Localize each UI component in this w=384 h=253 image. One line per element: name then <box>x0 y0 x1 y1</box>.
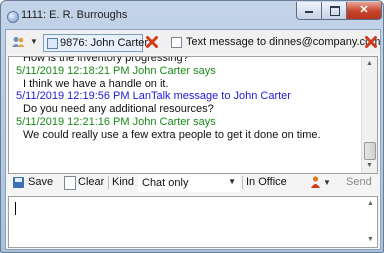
send-button[interactable]: Send <box>346 176 372 188</box>
chevron-down-icon: ▼ <box>228 177 236 186</box>
maximize-button[interactable] <box>321 2 347 20</box>
clear-icon[interactable] <box>64 176 76 190</box>
scroll-up-icon[interactable]: ▲ <box>362 57 377 71</box>
presence-label: In Office <box>246 176 287 188</box>
people-icon <box>12 37 25 47</box>
chat-client-area: ▼ 9876: John Carter Text message to dinn… <box>5 29 381 250</box>
contact-card-icon <box>47 38 58 49</box>
scroll-thumb[interactable] <box>364 142 376 160</box>
save-icon[interactable] <box>13 177 24 188</box>
remove-recipient-icon[interactable] <box>365 35 377 49</box>
text-caret <box>15 202 16 215</box>
history-scrollbar[interactable]: ▲ ▼ <box>361 57 377 173</box>
recipient-chip-label: 9876: John Carter <box>60 37 149 49</box>
add-recipient-button[interactable]: ▼ <box>10 35 42 50</box>
title-bar[interactable]: 1111: E. R. Burroughs ✕ <box>1 1 383 29</box>
message-input[interactable]: ▲ ▼ <box>8 196 378 248</box>
kind-select-value: Chat only <box>142 177 189 189</box>
message-header: 5/11/2019 12:21:16 PM John Carter says <box>16 115 216 128</box>
close-icon: ✕ <box>359 4 369 16</box>
app-icon <box>7 11 19 23</box>
scroll-up-icon[interactable]: ▲ <box>363 197 378 211</box>
toolbar-divider <box>108 176 109 189</box>
sms-icon <box>171 37 182 48</box>
message-text: I think we have a handle on it. <box>23 77 169 90</box>
minimize-button[interactable] <box>296 2 322 20</box>
chat-window: 1111: E. R. Burroughs ✕ ▼ 9876: John Car… <box>0 0 384 253</box>
scroll-down-icon[interactable]: ▼ <box>363 233 378 247</box>
message-text: We could really use a few extra people t… <box>23 128 321 141</box>
presence-person-icon[interactable] <box>311 176 320 188</box>
message-list: How is the inventory progressing? 5/11/2… <box>16 56 361 142</box>
scroll-down-icon[interactable]: ▼ <box>362 159 377 173</box>
close-button[interactable]: ✕ <box>346 2 382 20</box>
message-header: 5/11/2019 12:18:21 PM John Carter says <box>16 64 216 77</box>
toolbar-divider <box>242 176 243 189</box>
maximize-icon <box>330 6 340 16</box>
message-header: 5/11/2019 12:19:56 PM LanTalk message to… <box>16 90 291 103</box>
kind-select[interactable]: Chat only ▼ <box>138 175 240 192</box>
save-button[interactable]: Save <box>28 176 53 188</box>
clear-button[interactable]: Clear <box>78 176 104 188</box>
message-text: How is the inventory progressing? <box>23 56 189 64</box>
recipient-chip-contact[interactable]: 9876: John Carter <box>43 34 148 52</box>
kind-label: Kind <box>112 176 135 188</box>
remove-recipient-icon[interactable] <box>146 35 158 49</box>
window-title: 1111: E. R. Burroughs <box>21 9 128 21</box>
compose-toolbar: Save Clear Kind Chat only ▼ In Office ▼ … <box>6 173 380 193</box>
message-text: Do you need any additional resources? <box>23 103 214 116</box>
minimize-icon <box>305 11 313 13</box>
chevron-down-icon: ▼ <box>30 37 38 46</box>
message-history[interactable]: How is the inventory progressing? 5/11/2… <box>8 56 378 174</box>
chevron-down-icon[interactable]: ▼ <box>323 178 331 187</box>
recipient-chip-label: Text message to dinnes@company.com <box>186 36 381 48</box>
compose-scrollbar[interactable]: ▲ ▼ <box>363 197 377 247</box>
recipients-bar: ▼ 9876: John Carter Text message to dinn… <box>6 30 380 54</box>
